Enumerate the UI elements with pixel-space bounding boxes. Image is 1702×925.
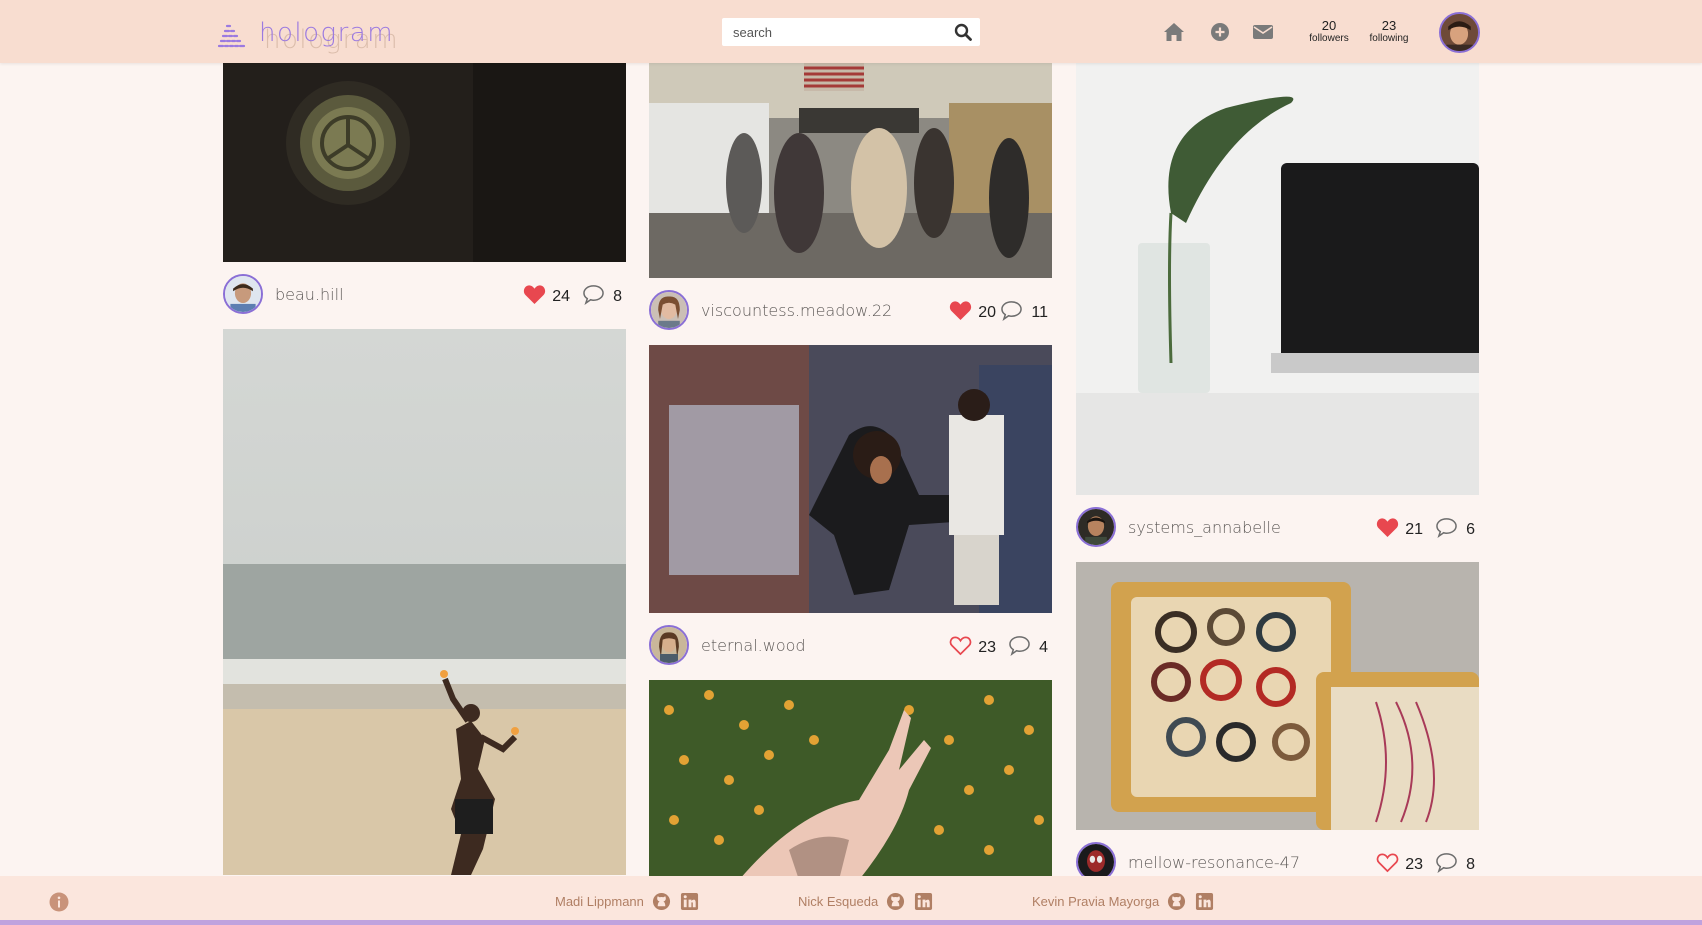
post-username[interactable]: systems_annabelle (1128, 518, 1281, 537)
like-group: 21 (1376, 515, 1423, 539)
like-count: 24 (552, 288, 570, 305)
add-post-icon[interactable] (1209, 22, 1231, 42)
credit-madi: Madi Lippmann (555, 892, 708, 911)
user-avatar-image (1078, 509, 1114, 545)
post-meta: beau.hill 24 8 (223, 262, 626, 329)
like-group: 20 (949, 298, 996, 322)
post-meta: eternal.wood 23 4 (649, 613, 1052, 680)
followers-label: followers (1309, 33, 1349, 44)
comment-group: 6 (1435, 515, 1475, 539)
comment-group: 8 (1435, 850, 1475, 874)
post-image[interactable] (223, 329, 626, 875)
like-count: 20 (978, 304, 996, 321)
credit-name: Kevin Pravia Mayorga (1032, 894, 1160, 909)
post-username[interactable]: beau.hill (275, 285, 344, 304)
heart-outline-icon[interactable] (1376, 852, 1399, 873)
github-icon[interactable] (886, 892, 905, 911)
dancers-photo (649, 345, 1052, 613)
like-group: 23 (949, 633, 996, 657)
post-meta: viscountess.meadow.22 20 11 (649, 278, 1052, 345)
logo-triangle-icon (217, 24, 246, 48)
github-icon[interactable] (1167, 892, 1186, 911)
flowers-hands-photo (649, 680, 1052, 880)
post-image[interactable] (1076, 63, 1479, 495)
home-icon[interactable] (1163, 22, 1185, 42)
comment-icon[interactable] (1435, 852, 1458, 873)
bracelets-photo (1076, 562, 1479, 830)
post-image[interactable] (649, 680, 1052, 880)
heart-filled-icon[interactable] (523, 284, 546, 305)
user-avatar-image (651, 292, 687, 328)
comment-count: 8 (1466, 856, 1475, 873)
like-count: 23 (978, 639, 996, 656)
followers-stat[interactable]: 20 followers (1304, 19, 1354, 45)
comment-icon[interactable] (1008, 635, 1031, 656)
user-avatar-image (651, 627, 687, 663)
post-meta: systems_annabelle 21 6 (1076, 495, 1479, 562)
comment-icon[interactable] (1435, 517, 1458, 538)
post-image[interactable] (223, 63, 626, 262)
info-icon[interactable] (49, 892, 69, 912)
comment-count: 6 (1466, 521, 1475, 538)
linkedin-icon[interactable] (914, 892, 933, 911)
train-station-photo (649, 63, 1052, 278)
like-count: 21 (1405, 521, 1423, 538)
feed-column-2: viscountess.meadow.22 20 11 eternal.wood… (649, 63, 1052, 880)
linkedin-icon[interactable] (680, 892, 699, 911)
feed-column-1: beau.hill 24 8 (223, 63, 626, 875)
user-avatar[interactable] (223, 274, 263, 314)
credit-kevin: Kevin Pravia Mayorga (1032, 892, 1223, 911)
user-avatar-image (225, 276, 261, 312)
post-image[interactable] (649, 63, 1052, 278)
heart-outline-icon[interactable] (949, 635, 972, 656)
following-count: 23 (1381, 18, 1397, 33)
github-icon[interactable] (652, 892, 671, 911)
heart-filled-icon[interactable] (949, 300, 972, 321)
like-count: 23 (1405, 856, 1423, 873)
comment-icon[interactable] (1000, 300, 1023, 321)
user-avatar[interactable] (1076, 507, 1116, 547)
heart-filled-icon[interactable] (1376, 517, 1399, 538)
like-group: 23 (1376, 850, 1423, 874)
comment-group: 8 (582, 282, 622, 306)
linkedin-icon[interactable] (1195, 892, 1214, 911)
post-username[interactable]: mellow-resonance-47 (1128, 853, 1300, 872)
footer-bar: Madi Lippmann Nick Esqueda Kevin Pravia … (0, 876, 1702, 925)
search-bar (722, 18, 980, 46)
profile-avatar-image (1441, 14, 1478, 51)
comment-count: 8 (613, 288, 622, 305)
logo-text-main: hologram (259, 18, 395, 48)
comment-count: 4 (1039, 639, 1048, 656)
comment-count: 11 (1031, 304, 1048, 321)
post-username[interactable]: eternal.wood (701, 636, 806, 655)
feed-column-3: systems_annabelle 21 6 mellow-resonance-… (1076, 63, 1479, 897)
laptop-plant-photo (1076, 63, 1479, 495)
comment-group: 11 (1000, 298, 1048, 322)
following-stat[interactable]: 23 following (1364, 19, 1414, 45)
comment-icon[interactable] (582, 284, 605, 305)
user-avatar[interactable] (649, 290, 689, 330)
search-input[interactable] (722, 18, 942, 46)
messages-icon[interactable] (1252, 22, 1274, 42)
credit-nick: Nick Esqueda (798, 892, 942, 911)
app-logo[interactable]: hologram hologram (217, 18, 398, 55)
top-nav-bar: hologram hologram 20 followers 23 follow… (0, 0, 1702, 63)
search-icon[interactable] (954, 23, 972, 41)
post-image[interactable] (1076, 562, 1479, 830)
like-group: 24 (523, 282, 570, 306)
following-label: following (1369, 33, 1409, 44)
beach-dancer-photo (223, 329, 626, 875)
credit-name: Nick Esqueda (798, 894, 879, 909)
logo-text: hologram hologram (259, 18, 398, 55)
window-bottom-strip (0, 920, 1702, 925)
post-image[interactable] (649, 345, 1052, 613)
hubcap-photo (223, 63, 626, 262)
followers-count: 20 (1321, 18, 1337, 33)
profile-avatar[interactable] (1439, 12, 1480, 53)
user-avatar-image (1078, 844, 1114, 880)
post-username[interactable]: viscountess.meadow.22 (701, 301, 892, 320)
comment-group: 4 (1008, 633, 1048, 657)
credit-name: Madi Lippmann (555, 894, 644, 909)
user-avatar[interactable] (649, 625, 689, 665)
